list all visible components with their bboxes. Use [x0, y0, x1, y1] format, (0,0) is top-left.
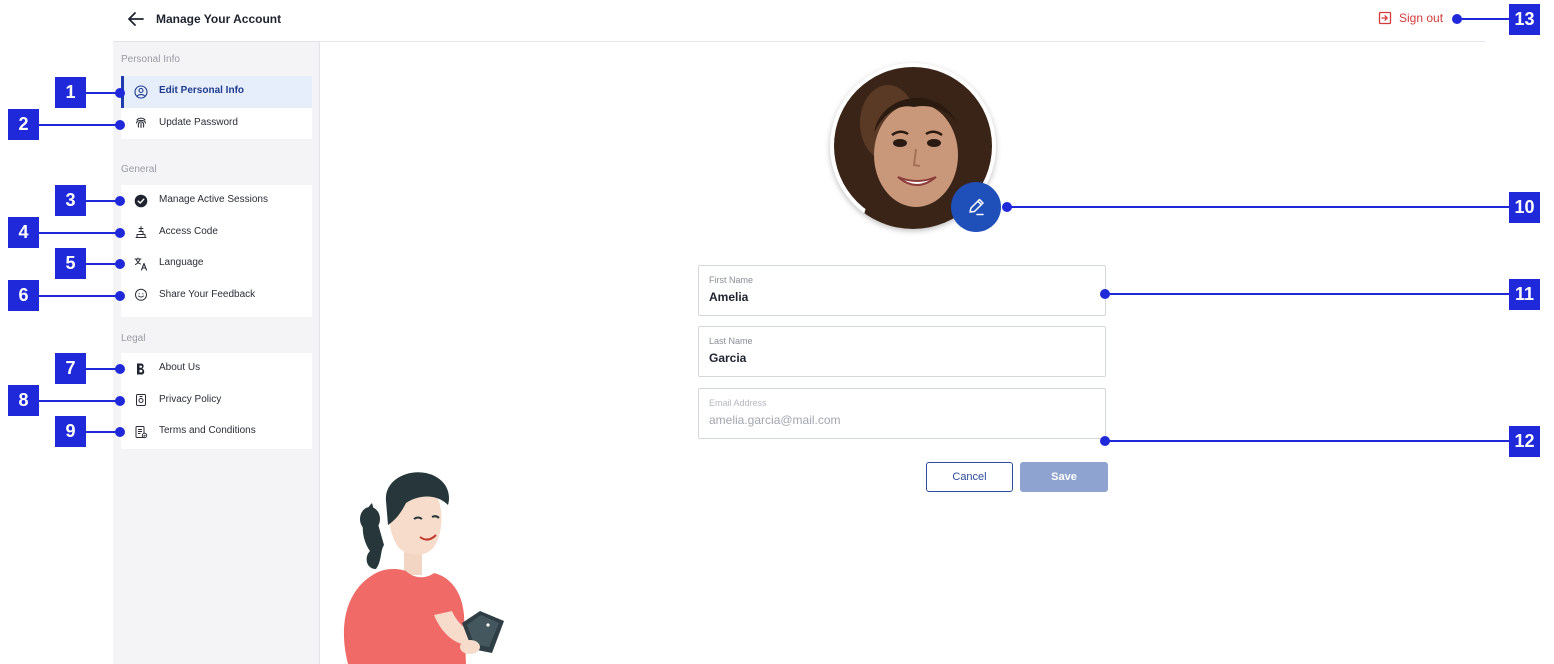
sidebar-item-label: Terms and Conditions — [159, 425, 256, 436]
callout-badge: 5 — [55, 248, 86, 279]
legal-card: About Us Privacy Policy Terms and Condit… — [121, 353, 312, 449]
email-input — [708, 411, 1090, 429]
callout-badge: 4 — [8, 217, 39, 248]
callout-dot — [115, 396, 125, 406]
callout-line — [1105, 293, 1509, 295]
callout-badge: 2 — [8, 109, 39, 140]
sign-out-label: Sign out — [1399, 11, 1444, 25]
sidebar-item-terms-and-conditions[interactable]: Terms and Conditions — [121, 416, 312, 448]
callout-badge: 7 — [55, 353, 86, 384]
sidebar: Personal Info Edit Personal Info Update … — [113, 42, 320, 664]
top-bar: Manage Your Account Sign out — [113, 0, 1485, 42]
callout-badge: 3 — [55, 185, 86, 216]
pencil-icon — [969, 198, 984, 216]
general-card: Manage Active Sessions Access Code Langu… — [121, 185, 312, 317]
first-name-label: First Name — [709, 275, 754, 285]
callout-dot — [115, 196, 125, 206]
first-name-input[interactable] — [708, 288, 1090, 306]
callout-dot — [115, 364, 125, 374]
page-title: Manage Your Account — [156, 12, 282, 26]
edit-photo-button[interactable] — [951, 182, 1001, 232]
callout-dot — [115, 427, 125, 437]
callout-badge: 1 — [55, 77, 86, 108]
sidebar-item-update-password[interactable]: Update Password — [121, 108, 312, 140]
callout-dot — [115, 259, 125, 269]
sidebar-item-privacy-policy[interactable]: Privacy Policy — [121, 385, 312, 417]
last-name-input[interactable] — [708, 349, 1090, 367]
callout-line — [1457, 18, 1509, 20]
first-name-field: First Name — [698, 265, 1106, 316]
check-circle-icon — [133, 193, 148, 208]
callout-line — [39, 232, 120, 234]
brand-b-icon — [133, 361, 148, 376]
terms-icon — [133, 424, 148, 439]
access-code-icon — [133, 225, 148, 240]
profile-photo — [830, 63, 1001, 233]
callout-line — [39, 124, 120, 126]
sidebar-item-label: About Us — [159, 362, 201, 373]
email-label: Email Address — [709, 398, 767, 408]
section-label-legal: Legal — [121, 333, 146, 344]
callout-dot — [115, 291, 125, 301]
callout-line — [39, 295, 120, 297]
sidebar-item-access-code[interactable]: Access Code — [121, 217, 312, 249]
sidebar-item-about-us[interactable]: About Us — [121, 353, 312, 385]
sidebar-item-label: Language — [159, 257, 204, 268]
callout-dot — [115, 120, 125, 130]
sidebar-item-language[interactable]: Language — [121, 248, 312, 280]
feedback-icon — [133, 288, 148, 303]
privacy-icon — [133, 393, 148, 408]
sidebar-item-label: Edit Personal Info — [159, 85, 245, 96]
callout-badge: 13 — [1509, 4, 1540, 35]
callout-line — [39, 400, 120, 402]
user-circle-icon — [133, 84, 148, 99]
callout-dot — [115, 88, 125, 98]
sidebar-item-label: Access Code — [159, 225, 218, 237]
sidebar-item-edit-personal-info[interactable]: Edit Personal Info — [121, 76, 312, 108]
callout-line — [1105, 440, 1509, 442]
cancel-button[interactable]: Cancel — [926, 462, 1013, 492]
sidebar-item-label: Manage Active Sessions — [159, 194, 268, 205]
callout-badge: 8 — [8, 385, 39, 416]
personal-info-card: Edit Personal Info Update Password — [121, 76, 312, 139]
email-field: Email Address — [698, 388, 1106, 439]
callout-badge: 12 — [1509, 426, 1540, 457]
translate-icon — [133, 256, 148, 271]
callout-badge: 11 — [1509, 279, 1540, 310]
sidebar-item-label: Share Your Feedback — [159, 288, 256, 300]
sign-out-icon — [1378, 11, 1392, 25]
section-label-general: General — [121, 164, 157, 175]
last-name-label: Last Name — [709, 336, 753, 346]
sign-out-button[interactable]: Sign out — [1378, 11, 1443, 25]
callout-badge: 6 — [8, 280, 39, 311]
sidebar-item-manage-active-sessions[interactable]: Manage Active Sessions — [121, 185, 312, 217]
callout-line — [1007, 206, 1509, 208]
fingerprint-icon — [133, 116, 148, 131]
sidebar-item-label: Privacy Policy — [159, 393, 222, 405]
callout-badge: 9 — [55, 416, 86, 447]
save-button[interactable]: Save — [1020, 462, 1108, 492]
section-label-personal-info: Personal Info — [121, 54, 180, 65]
sidebar-item-share-feedback[interactable]: Share Your Feedback — [121, 280, 312, 312]
sidebar-item-label: Update Password — [159, 116, 238, 128]
callout-dot — [115, 228, 125, 238]
woman-illustration — [343, 472, 504, 664]
last-name-field: Last Name — [698, 326, 1106, 377]
callout-badge: 10 — [1509, 192, 1540, 223]
back-arrow-icon[interactable] — [126, 9, 146, 29]
